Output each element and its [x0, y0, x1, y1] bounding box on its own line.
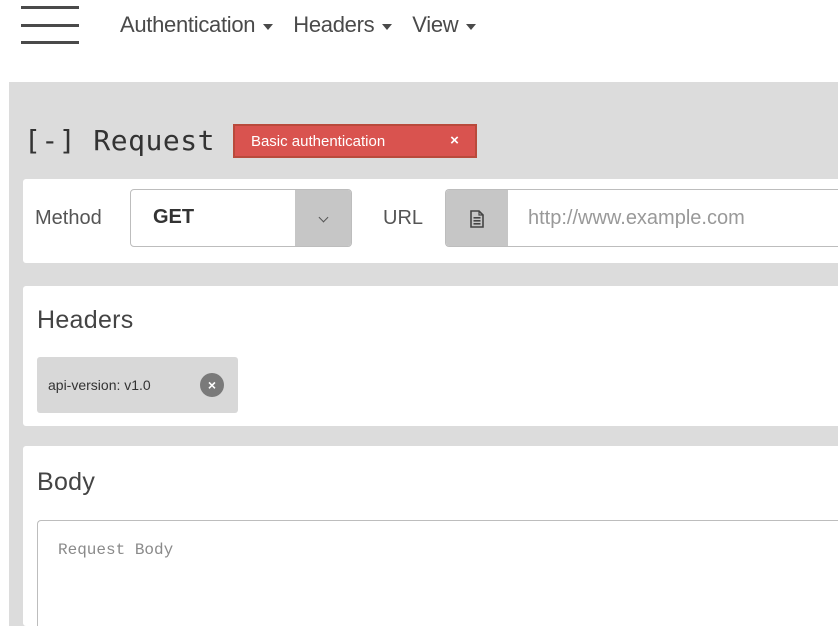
close-icon[interactable]: × [200, 373, 224, 397]
hamburger-icon[interactable] [21, 6, 79, 46]
caret-down-icon [466, 23, 477, 30]
hamburger-line [21, 41, 79, 44]
hamburger-line [21, 6, 79, 9]
dropdown-button[interactable] [295, 190, 351, 246]
url-addon [446, 190, 508, 246]
url-input-group [445, 189, 838, 247]
request-body-textarea[interactable] [37, 520, 838, 626]
method-url-card: Method GET URL [23, 179, 838, 263]
method-label: Method [35, 207, 102, 229]
top-nav-bar: Authentication Headers View [0, 0, 838, 82]
request-header: [-] Request Basic authentication × [24, 122, 477, 158]
headers-title: Headers [37, 306, 134, 334]
chevron-down-icon [318, 212, 328, 222]
body-title: Body [37, 468, 96, 496]
headers-card: Headers api-version: v1.0 × [23, 286, 838, 426]
caret-down-icon [382, 23, 393, 30]
caret-down-icon [263, 23, 274, 30]
hamburger-line [21, 24, 79, 27]
document-icon [470, 210, 484, 228]
nav-item-label: Authentication [120, 12, 256, 37]
nav-item-label: Headers [293, 12, 375, 37]
auth-badge[interactable]: Basic authentication × [232, 124, 477, 158]
nav-item-view[interactable]: View [412, 12, 477, 38]
nav-menu: Authentication Headers View [120, 10, 496, 40]
header-chip-text: api-version: v1.0 [48, 377, 151, 393]
nav-item-authentication[interactable]: Authentication [120, 12, 274, 38]
nav-item-label: View [412, 12, 459, 37]
auth-badge-label: Basic authentication [250, 132, 386, 150]
nav-item-headers[interactable]: Headers [293, 12, 393, 38]
method-select[interactable]: GET [130, 189, 352, 247]
body-card: Body [23, 446, 838, 626]
request-collapse-toggle[interactable]: [-] Request [24, 124, 215, 157]
request-panel: [-] Request Basic authentication × Metho… [9, 82, 838, 626]
close-icon[interactable]: × [450, 132, 459, 149]
url-input[interactable] [508, 190, 838, 246]
method-select-value: GET [153, 206, 195, 228]
url-label: URL [383, 207, 424, 229]
header-chip: api-version: v1.0 × [37, 357, 238, 413]
